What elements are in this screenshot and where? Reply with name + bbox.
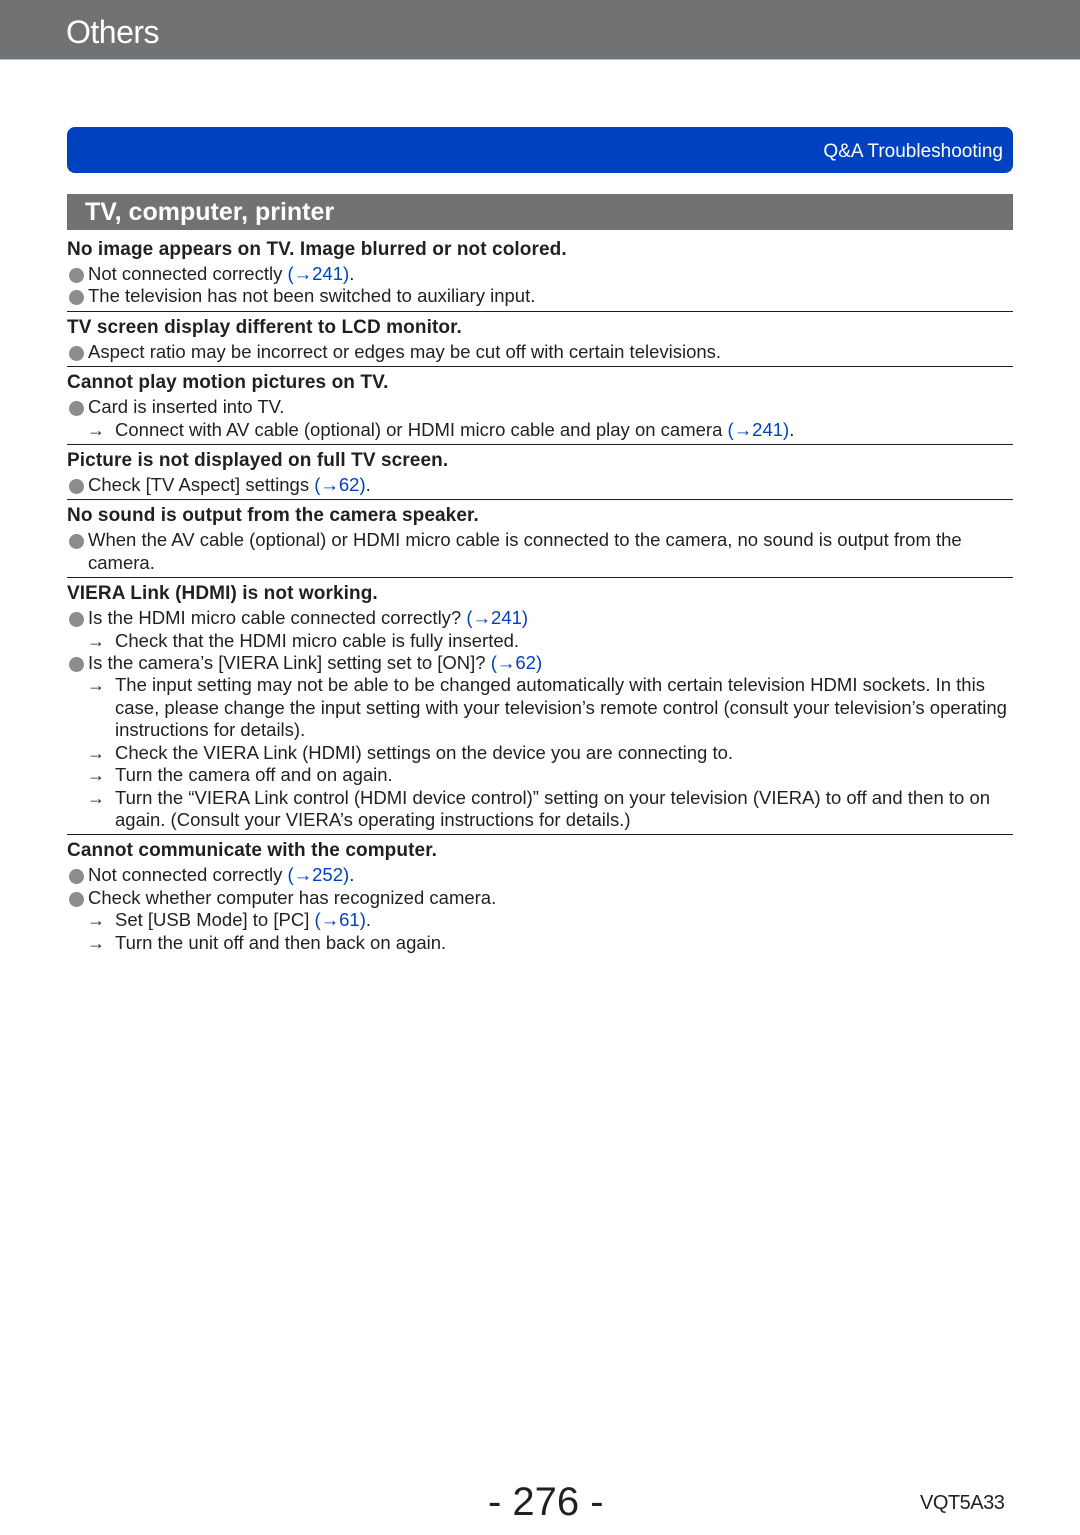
arrow-step: → The input setting may not be able to be… (67, 674, 1013, 741)
arrow-step: → Check the VIERA Link (HDMI) settings on… (67, 742, 1013, 764)
arrow-right-icon: → (87, 742, 105, 763)
qa-item: No image appears on TV. Image blurred or… (67, 234, 1013, 312)
qa-item: VIERA Link (HDMI) is not working. Is the … (67, 578, 1013, 836)
bullet-item: Aspect ratio may be incorrect or edges m… (67, 341, 1013, 363)
line-text: The television has not been switched to … (88, 285, 536, 307)
breadcrumb[interactable]: Q&A Troubleshooting (823, 141, 1003, 163)
bullet-item: Card is inserted into TV. (67, 396, 1013, 418)
arrow-right-icon: → (87, 932, 105, 953)
line-tail: . (349, 263, 355, 284)
chapter-title: Others (66, 14, 160, 50)
bullet-item: Not connected correctly (→241). (67, 263, 1013, 285)
bullet-item: Is the camera’s [VIERA Link] setting set… (67, 652, 1013, 674)
line-text: Card is inserted into TV. (88, 396, 285, 418)
question-heading: No image appears on TV. Image blurred or… (67, 239, 567, 260)
line-text: Is the HDMI micro cable connected correc… (88, 607, 467, 629)
bullet-dot-icon (69, 534, 84, 550)
line-text: Not connected correctly (88, 864, 288, 886)
line-text: Set [USB Mode] to [PC] (115, 909, 315, 931)
qa-item: No sound is output from the camera speak… (67, 500, 1013, 579)
qa-item: Cannot play motion pictures on TV. Card i… (67, 367, 1013, 446)
page-reference-link[interactable]: (→62) (491, 652, 542, 673)
bullet-item: Check whether computer has recognized ca… (67, 887, 1013, 909)
arrow-right-icon: → (87, 765, 105, 786)
breadcrumb-band: Q&A Troubleshooting (67, 127, 1013, 173)
bullet-item: Is the HDMI micro cable connected correc… (67, 607, 1013, 629)
line-text: Check that the HDMI micro cable is fully… (115, 629, 520, 651)
line-tail: . (365, 909, 372, 931)
line-text: Check whether computer has recognized ca… (88, 886, 497, 908)
bullet-dot-icon (69, 290, 84, 306)
line-text: The input setting may not be able to be … (115, 674, 1007, 741)
qa-item: TV screen display different to LCD monit… (67, 312, 1013, 368)
arrow-step: → Turn the unit off and then back on agai… (67, 932, 1013, 954)
page-reference-link[interactable]: (→252) (287, 864, 349, 885)
qa-item: Cannot communicate with the computer. Not… (67, 835, 1013, 957)
bullet-item: Check [TV Aspect] settings (→62). (67, 474, 1013, 496)
model-code: VQT5A33 (920, 1492, 1005, 1514)
bullet-dot-icon (69, 869, 84, 885)
section-title: TV, computer, printer (85, 198, 335, 226)
line-text: Connect with AV cable (optional) or HDMI… (115, 418, 728, 440)
question-heading: Cannot play motion pictures on TV. (67, 372, 389, 394)
line-text: Turn the “VIERA Link control (HDMI devic… (115, 786, 991, 830)
bullet-dot-icon (69, 657, 84, 673)
line-text: Check [TV Aspect] settings (88, 474, 315, 496)
line-text: Not connected correctly (88, 263, 288, 284)
line-text: Turn the unit off and then back on again… (115, 931, 447, 953)
qa-item: Picture is not displayed on full TV scre… (67, 445, 1013, 501)
question-heading: Picture is not displayed on full TV scre… (67, 450, 449, 472)
question-heading: VIERA Link (HDMI) is not working. (67, 583, 378, 605)
page-reference-link[interactable]: (→241) (466, 607, 528, 628)
line-tail: . (789, 418, 795, 440)
page-reference-link[interactable]: (→241) (287, 263, 349, 284)
arrow-right-icon: → (87, 630, 105, 651)
chapter-header: Others (0, 0, 1080, 60)
question-heading: TV screen display different to LCD monit… (67, 316, 462, 338)
page-reference-link[interactable]: (→61) (314, 909, 365, 930)
section-header: TV, computer, printer (67, 194, 1013, 230)
line-tail: . (365, 474, 371, 496)
line-text: Is the camera’s [VIERA Link] setting set… (88, 652, 491, 674)
bullet-dot-icon (69, 401, 84, 417)
question-heading: No sound is output from the camera speak… (67, 505, 479, 527)
bullet-item: When the AV cable (optional) or HDMI mic… (67, 529, 1013, 574)
arrow-step: → Check that the HDMI micro cable is full… (67, 630, 1013, 652)
arrow-step: → Set [USB Mode] to [PC] (→61). (67, 909, 1013, 931)
page-number: - 276 - (488, 1480, 604, 1524)
line-tail: . (349, 864, 355, 886)
bullet-dot-icon (69, 612, 84, 628)
line-text: Aspect ratio may be incorrect or edges m… (88, 340, 722, 362)
page-reference-link[interactable]: (→241) (728, 419, 790, 440)
line-text: Turn the camera off and on again. (115, 764, 393, 786)
page-reference-link[interactable]: (→62) (314, 474, 365, 495)
bullet-dot-icon (69, 345, 84, 361)
arrow-step: → Turn the “VIERA Link control (HDMI devi… (67, 787, 1013, 832)
qa-list: No image appears on TV. Image blurred or… (67, 234, 1013, 957)
question-heading: Cannot communicate with the computer. (67, 840, 438, 862)
arrow-right-icon: → (87, 419, 105, 440)
bullet-item: Not connected correctly (→252). (67, 864, 1013, 886)
arrow-right-icon: → (87, 910, 105, 931)
bullet-item: The television has not been switched to … (67, 285, 1013, 307)
bullet-dot-icon (69, 891, 84, 907)
arrow-step: → Turn the camera off and on again. (67, 764, 1013, 786)
line-text: Check the VIERA Link (HDMI) settings on … (115, 741, 734, 763)
arrow-step: → Connect with AV cable (optional) or HDM… (67, 419, 1013, 441)
bullet-dot-icon (69, 479, 84, 495)
arrow-right-icon: → (87, 675, 105, 696)
bullet-dot-icon (69, 268, 84, 283)
arrow-right-icon: → (87, 787, 105, 808)
line-text: When the AV cable (optional) or HDMI mic… (88, 529, 962, 573)
